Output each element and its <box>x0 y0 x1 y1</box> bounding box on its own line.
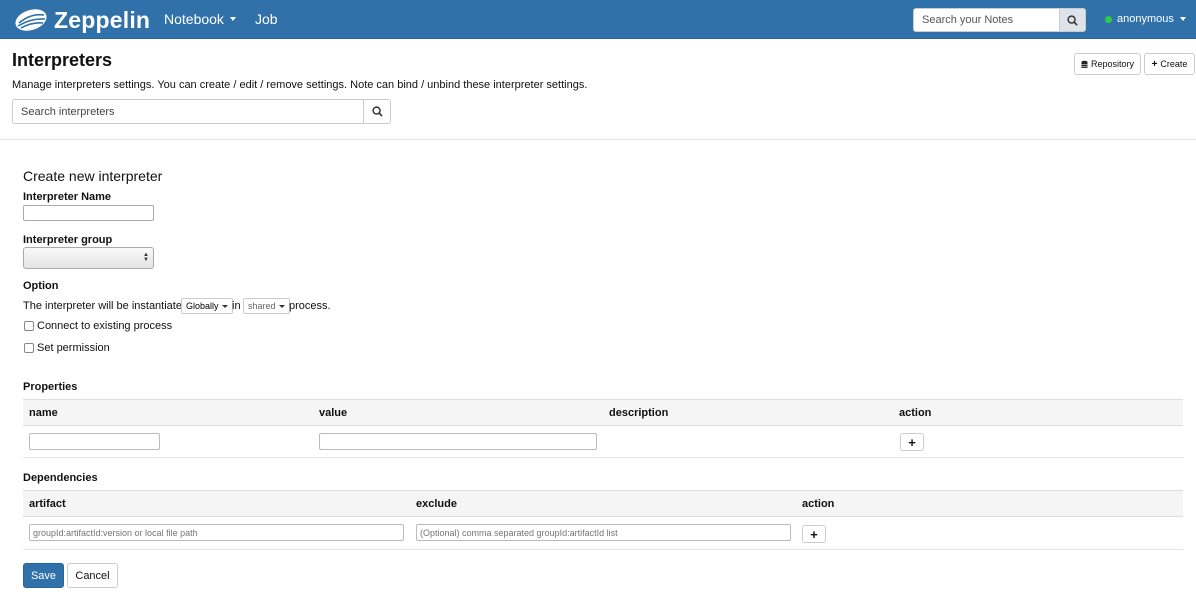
user-name: anonymous <box>1117 13 1174 25</box>
interpreter-search <box>12 99 391 124</box>
process-mode-value: shared <box>248 301 276 311</box>
instantiate-in-text: in <box>232 300 241 312</box>
table-row-divider <box>23 549 1183 550</box>
user-menu[interactable]: anonymous <box>1105 13 1186 25</box>
option-label: Option <box>23 280 59 292</box>
column-header-value: value <box>319 407 348 419</box>
table-row-divider <box>23 457 1183 458</box>
connect-existing-label: Connect to existing process <box>37 320 173 332</box>
instantiate-prefix-text: The interpreter will be instantiated <box>23 300 189 312</box>
process-mode-dropdown[interactable]: shared <box>243 298 290 314</box>
search-icon <box>371 106 383 117</box>
save-button[interactable]: Save <box>23 563 64 588</box>
add-dependency-button[interactable]: + <box>802 525 826 543</box>
plus-icon: + <box>908 434 916 450</box>
notebook-menu[interactable]: Notebook <box>164 11 236 27</box>
column-header-description: description <box>609 407 669 419</box>
column-header-action: action <box>802 498 835 510</box>
notebook-menu-label: Notebook <box>164 11 224 27</box>
interpreter-group-select[interactable]: ▲ ▼ <box>23 247 154 269</box>
database-icon <box>1081 60 1088 68</box>
dependencies-title: Dependencies <box>23 472 98 484</box>
chevron-down-icon <box>221 304 228 308</box>
column-header-exclude: exclude <box>416 498 457 510</box>
chevron-down-icon <box>278 304 285 308</box>
chevron-down-icon <box>229 17 236 21</box>
zeppelin-logo-icon <box>15 9 47 31</box>
plus-icon: + <box>810 526 818 542</box>
instantiate-mode-value: Globally <box>186 301 219 311</box>
page-title: Interpreters <box>12 50 113 70</box>
set-permission-label: Set permission <box>37 342 110 354</box>
property-name-input[interactable] <box>29 433 160 450</box>
page-description: Manage interpreters settings. You can cr… <box>12 79 588 91</box>
set-permission-checkbox[interactable] <box>24 343 34 353</box>
repository-button[interactable]: Repository <box>1074 53 1141 75</box>
job-link[interactable]: Job <box>255 11 278 27</box>
properties-table-header: name value description action <box>23 399 1183 426</box>
artifact-input[interactable] <box>29 524 404 541</box>
column-header-action: action <box>899 407 932 419</box>
add-property-button[interactable]: + <box>900 433 924 451</box>
interpreter-group-label: Interpreter group <box>23 234 113 246</box>
online-status-icon <box>1105 15 1112 23</box>
job-link-label: Job <box>255 11 278 27</box>
instantiate-mode-dropdown[interactable]: Globally <box>181 298 233 314</box>
notes-search-input[interactable] <box>913 8 1059 32</box>
create-button[interactable]: + Create <box>1144 53 1195 75</box>
brand-name: Zeppelin <box>54 6 151 33</box>
brand-logo[interactable]: Zeppelin <box>14 5 150 35</box>
interpreter-name-input[interactable] <box>23 205 154 221</box>
create-button-label: Create <box>1160 59 1188 69</box>
top-navbar: Zeppelin Notebook Job anonymous <box>0 0 1196 39</box>
section-divider <box>0 139 1196 140</box>
dependencies-table-header: artifact exclude action <box>23 490 1183 517</box>
select-arrows-icon: ▲ ▼ <box>143 252 149 263</box>
properties-title: Properties <box>23 381 78 393</box>
notes-search-button[interactable] <box>1059 8 1086 32</box>
instantiate-suffix-text: process. <box>289 300 331 312</box>
property-value-input[interactable] <box>319 433 597 450</box>
create-interpreter-title: Create new interpreter <box>23 168 163 184</box>
connect-existing-checkbox[interactable] <box>24 321 34 331</box>
cancel-button[interactable]: Cancel <box>67 563 118 588</box>
interpreter-name-label: Interpreter Name <box>23 191 112 203</box>
notes-search <box>913 8 1086 32</box>
chevron-down-icon <box>1179 17 1186 21</box>
exclude-input[interactable] <box>416 524 791 541</box>
column-header-artifact: artifact <box>29 498 66 510</box>
repository-button-label: Repository <box>1090 59 1134 69</box>
interpreter-search-input[interactable] <box>12 99 363 124</box>
search-icon <box>1067 14 1078 26</box>
interpreter-search-button[interactable] <box>363 99 391 124</box>
column-header-name: name <box>29 407 58 419</box>
plus-icon: + <box>1151 58 1158 70</box>
